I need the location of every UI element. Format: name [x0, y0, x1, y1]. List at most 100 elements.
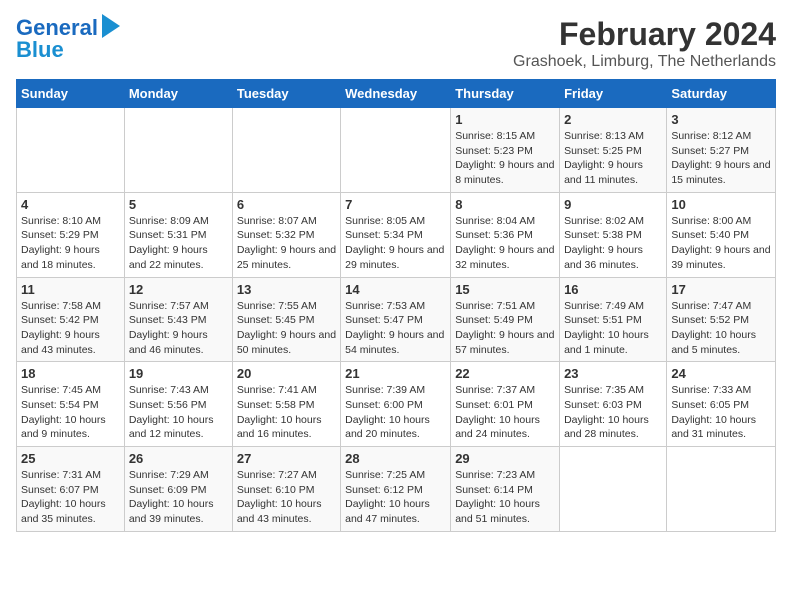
calendar-cell: 14 Sunrise: 7:53 AM Sunset: 5:47 PM Dayli… [341, 277, 451, 362]
day-number: 12 [129, 282, 228, 297]
logo-arrow-icon [102, 14, 120, 38]
calendar-cell: 6 Sunrise: 8:07 AM Sunset: 5:32 PM Daylig… [232, 192, 340, 277]
calendar-cell: 24 Sunrise: 7:33 AM Sunset: 6:05 PM Dayli… [667, 362, 776, 447]
day-number: 17 [671, 282, 771, 297]
calendar-cell [667, 447, 776, 532]
header-area: General Blue February 2024 Grashoek, Lim… [16, 16, 776, 71]
column-header-wednesday: Wednesday [341, 80, 451, 108]
title-area: February 2024 Grashoek, Limburg, The Net… [513, 16, 776, 71]
calendar-cell: 22 Sunrise: 7:37 AM Sunset: 6:01 PM Dayli… [451, 362, 560, 447]
day-number: 15 [455, 282, 555, 297]
calendar-table: SundayMondayTuesdayWednesdayThursdayFrid… [16, 79, 776, 532]
day-number: 2 [564, 112, 662, 127]
calendar-cell: 27 Sunrise: 7:27 AM Sunset: 6:10 PM Dayli… [232, 447, 340, 532]
day-number: 4 [21, 197, 120, 212]
calendar-week-row: 18 Sunrise: 7:45 AM Sunset: 5:54 PM Dayli… [17, 362, 776, 447]
day-content: Sunrise: 7:35 AM Sunset: 6:03 PM Dayligh… [564, 383, 662, 442]
calendar-cell: 20 Sunrise: 7:41 AM Sunset: 5:58 PM Dayli… [232, 362, 340, 447]
calendar-week-row: 11 Sunrise: 7:58 AM Sunset: 5:42 PM Dayli… [17, 277, 776, 362]
calendar-cell [17, 108, 125, 193]
calendar-cell: 1 Sunrise: 8:15 AM Sunset: 5:23 PM Daylig… [451, 108, 560, 193]
day-number: 9 [564, 197, 662, 212]
day-number: 14 [345, 282, 446, 297]
calendar-cell: 28 Sunrise: 7:25 AM Sunset: 6:12 PM Dayli… [341, 447, 451, 532]
day-content: Sunrise: 7:25 AM Sunset: 6:12 PM Dayligh… [345, 468, 446, 527]
day-number: 1 [455, 112, 555, 127]
day-number: 27 [237, 451, 336, 466]
calendar-cell: 8 Sunrise: 8:04 AM Sunset: 5:36 PM Daylig… [451, 192, 560, 277]
day-content: Sunrise: 7:31 AM Sunset: 6:07 PM Dayligh… [21, 468, 120, 527]
day-number: 16 [564, 282, 662, 297]
day-content: Sunrise: 7:41 AM Sunset: 5:58 PM Dayligh… [237, 383, 336, 442]
calendar-cell: 19 Sunrise: 7:43 AM Sunset: 5:56 PM Dayli… [124, 362, 232, 447]
day-content: Sunrise: 7:33 AM Sunset: 6:05 PM Dayligh… [671, 383, 771, 442]
day-number: 11 [21, 282, 120, 297]
calendar-cell: 29 Sunrise: 7:23 AM Sunset: 6:14 PM Dayli… [451, 447, 560, 532]
day-number: 10 [671, 197, 771, 212]
day-number: 29 [455, 451, 555, 466]
day-number: 25 [21, 451, 120, 466]
day-content: Sunrise: 7:51 AM Sunset: 5:49 PM Dayligh… [455, 299, 555, 358]
day-content: Sunrise: 7:58 AM Sunset: 5:42 PM Dayligh… [21, 299, 120, 358]
calendar-cell: 4 Sunrise: 8:10 AM Sunset: 5:29 PM Daylig… [17, 192, 125, 277]
day-content: Sunrise: 8:13 AM Sunset: 5:25 PM Dayligh… [564, 129, 662, 188]
logo: General Blue [16, 16, 120, 62]
calendar-cell: 23 Sunrise: 7:35 AM Sunset: 6:03 PM Dayli… [560, 362, 667, 447]
calendar-cell [232, 108, 340, 193]
day-number: 3 [671, 112, 771, 127]
day-content: Sunrise: 7:57 AM Sunset: 5:43 PM Dayligh… [129, 299, 228, 358]
day-content: Sunrise: 7:43 AM Sunset: 5:56 PM Dayligh… [129, 383, 228, 442]
calendar-cell: 5 Sunrise: 8:09 AM Sunset: 5:31 PM Daylig… [124, 192, 232, 277]
day-number: 24 [671, 366, 771, 381]
day-content: Sunrise: 7:53 AM Sunset: 5:47 PM Dayligh… [345, 299, 446, 358]
day-content: Sunrise: 8:00 AM Sunset: 5:40 PM Dayligh… [671, 214, 771, 273]
day-number: 28 [345, 451, 446, 466]
day-number: 13 [237, 282, 336, 297]
calendar-cell: 25 Sunrise: 7:31 AM Sunset: 6:07 PM Dayli… [17, 447, 125, 532]
calendar-cell: 18 Sunrise: 7:45 AM Sunset: 5:54 PM Dayli… [17, 362, 125, 447]
calendar-week-row: 4 Sunrise: 8:10 AM Sunset: 5:29 PM Daylig… [17, 192, 776, 277]
page-title: February 2024 [513, 16, 776, 53]
calendar-cell: 11 Sunrise: 7:58 AM Sunset: 5:42 PM Dayli… [17, 277, 125, 362]
day-number: 19 [129, 366, 228, 381]
calendar-cell: 7Sunrise: 8:05 AM Sunset: 5:34 PM Daylig… [341, 192, 451, 277]
day-number: 26 [129, 451, 228, 466]
day-content: Sunrise: 7:39 AM Sunset: 6:00 PM Dayligh… [345, 383, 446, 442]
day-content: Sunrise: 7:49 AM Sunset: 5:51 PM Dayligh… [564, 299, 662, 358]
day-content: Sunrise: 8:02 AM Sunset: 5:38 PM Dayligh… [564, 214, 662, 273]
day-content: Sunrise: 7:47 AM Sunset: 5:52 PM Dayligh… [671, 299, 771, 358]
day-content: Sunrise: 7:37 AM Sunset: 6:01 PM Dayligh… [455, 383, 555, 442]
day-content: Sunrise: 7:27 AM Sunset: 6:10 PM Dayligh… [237, 468, 336, 527]
calendar-cell: 21Sunrise: 7:39 AM Sunset: 6:00 PM Dayli… [341, 362, 451, 447]
day-number: 6 [237, 197, 336, 212]
calendar-cell: 10 Sunrise: 8:00 AM Sunset: 5:40 PM Dayli… [667, 192, 776, 277]
column-header-thursday: Thursday [451, 80, 560, 108]
day-number: 20 [237, 366, 336, 381]
calendar-cell [560, 447, 667, 532]
column-header-monday: Monday [124, 80, 232, 108]
column-header-friday: Friday [560, 80, 667, 108]
calendar-cell: 9 Sunrise: 8:02 AM Sunset: 5:38 PM Daylig… [560, 192, 667, 277]
page-subtitle: Grashoek, Limburg, The Netherlands [513, 53, 776, 71]
day-content: Sunrise: 8:15 AM Sunset: 5:23 PM Dayligh… [455, 129, 555, 188]
day-content: Sunrise: 8:09 AM Sunset: 5:31 PM Dayligh… [129, 214, 228, 273]
day-number: 22 [455, 366, 555, 381]
day-number: 18 [21, 366, 120, 381]
column-header-tuesday: Tuesday [232, 80, 340, 108]
column-header-sunday: Sunday [17, 80, 125, 108]
calendar-week-row: 25 Sunrise: 7:31 AM Sunset: 6:07 PM Dayli… [17, 447, 776, 532]
day-content: Sunrise: 8:07 AM Sunset: 5:32 PM Dayligh… [237, 214, 336, 273]
day-content: Sunrise: 8:10 AM Sunset: 5:29 PM Dayligh… [21, 214, 120, 273]
day-content: Sunrise: 7:45 AM Sunset: 5:54 PM Dayligh… [21, 383, 120, 442]
day-number: 5 [129, 197, 228, 212]
logo-blue: Blue [16, 38, 64, 62]
day-content: Sunrise: 8:04 AM Sunset: 5:36 PM Dayligh… [455, 214, 555, 273]
calendar-cell: 15 Sunrise: 7:51 AM Sunset: 5:49 PM Dayli… [451, 277, 560, 362]
day-content: Sunrise: 7:23 AM Sunset: 6:14 PM Dayligh… [455, 468, 555, 527]
day-number: 8 [455, 197, 555, 212]
calendar-cell: 16 Sunrise: 7:49 AM Sunset: 5:51 PM Dayli… [560, 277, 667, 362]
day-content: Sunrise: 8:12 AM Sunset: 5:27 PM Dayligh… [671, 129, 771, 188]
day-number: 23 [564, 366, 662, 381]
calendar-cell [341, 108, 451, 193]
calendar-cell: 17 Sunrise: 7:47 AM Sunset: 5:52 PM Dayli… [667, 277, 776, 362]
